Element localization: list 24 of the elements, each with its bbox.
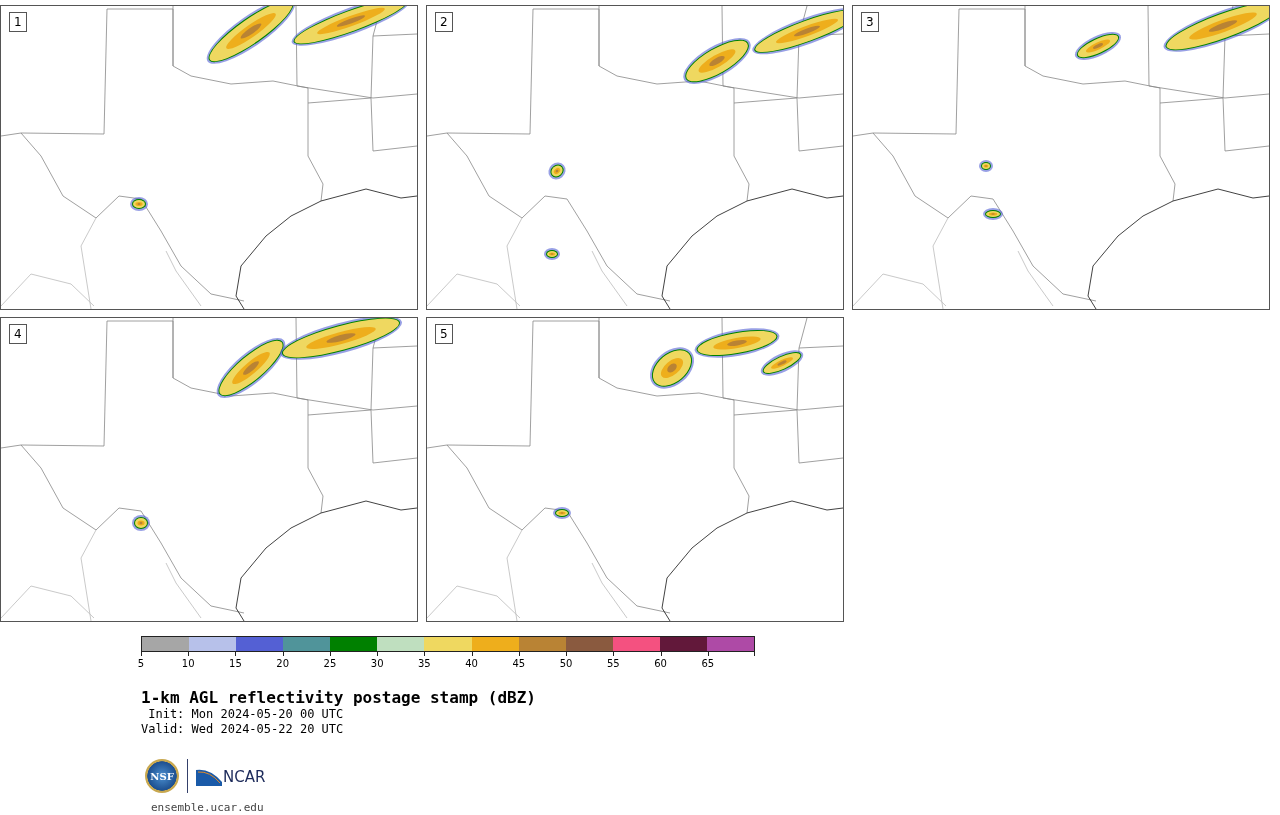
seal-logo: NSF <box>145 759 179 793</box>
logo-text: NCAR <box>223 768 266 786</box>
chart-title: 1-km AGL reflectivity postage stamp (dBZ) <box>141 688 537 707</box>
tick-label: 25 <box>323 658 337 669</box>
tick-label: 40 <box>465 658 478 669</box>
panel-number: 4 <box>9 324 27 344</box>
tick-label: 15 <box>229 658 242 669</box>
tick-label: 50 <box>559 658 573 669</box>
site-url: ensemble.ucar.edu <box>151 801 265 814</box>
tick-label: 20 <box>276 658 290 669</box>
tick-label: 30 <box>370 658 384 669</box>
init-time: Init: Mon 2024-05-20 00 UTC <box>147 707 345 722</box>
panel-number: 1 <box>9 12 27 32</box>
tick-label: 60 <box>654 658 667 669</box>
panel-number: 3 <box>861 12 879 32</box>
tick-label: 5 <box>137 658 145 669</box>
panel-number: 2 <box>435 12 453 32</box>
tick-label: 45 <box>512 658 526 669</box>
tick-label: 35 <box>418 658 431 669</box>
tick-label: 10 <box>181 658 195 669</box>
panel-number: 5 <box>435 324 453 344</box>
tick-label: 65 <box>701 658 715 669</box>
valid-time: Valid: Wed 2024-05-22 20 UTC <box>141 722 345 737</box>
tick-label: 55 <box>606 658 620 669</box>
